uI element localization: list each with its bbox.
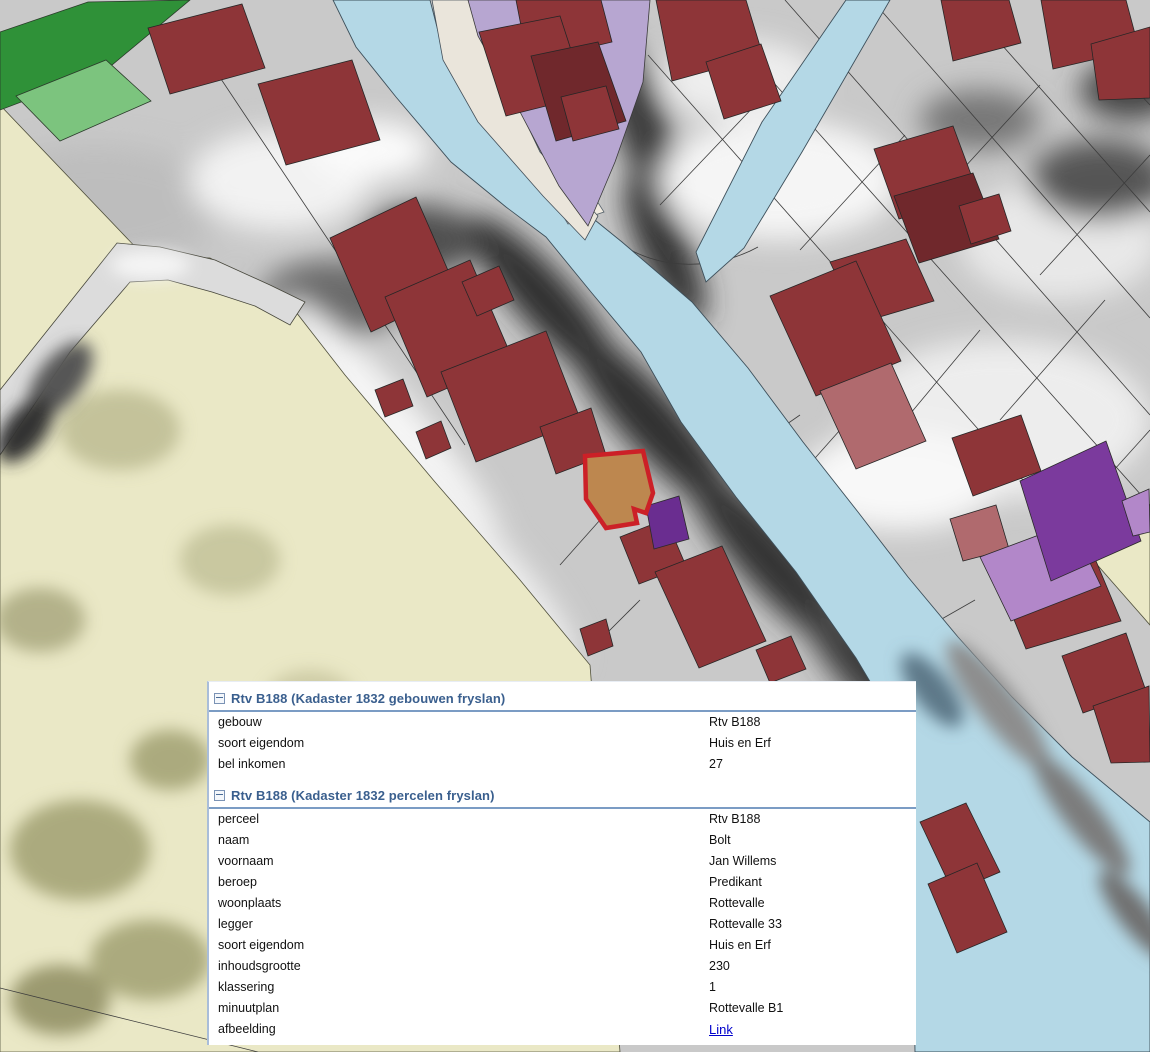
field-value: 1	[709, 977, 716, 998]
field-value: Rtv B188	[709, 712, 760, 733]
field-label: gebouw	[218, 715, 262, 729]
collapse-icon[interactable]	[214, 693, 225, 704]
field-value: 230	[709, 956, 730, 977]
field-label: soort eigendom	[218, 938, 304, 952]
field-label: woonplaats	[218, 896, 281, 910]
field-value: Rottevalle	[709, 893, 765, 914]
field-value: Rtv B188	[709, 809, 760, 830]
attribute-row: klassering 1	[209, 977, 916, 998]
attribute-section: Rtv B188 (Kadaster 1832 percelen fryslan…	[209, 779, 916, 1040]
field-label: bel inkomen	[218, 757, 285, 771]
field-label: perceel	[218, 812, 259, 826]
info-popup: Rtv B188 (Kadaster 1832 gebouwen fryslan…	[207, 681, 916, 1045]
field-value: Predikant	[709, 872, 762, 893]
field-value: Link	[709, 1019, 733, 1041]
attribute-row: woonplaats Rottevalle	[209, 893, 916, 914]
field-label: beroep	[218, 875, 257, 889]
afbeelding-link[interactable]: Link	[709, 1022, 733, 1037]
field-value: Bolt	[709, 830, 731, 851]
collapse-icon[interactable]	[214, 790, 225, 801]
section-header: Rtv B188 (Kadaster 1832 percelen fryslan…	[209, 779, 916, 805]
field-label: soort eigendom	[218, 736, 304, 750]
field-label: inhoudsgrootte	[218, 959, 301, 973]
field-value: Jan Willems	[709, 851, 776, 872]
attribute-row: soort eigendom Huis en Erf	[209, 733, 916, 754]
field-value: Rottevalle B1	[709, 998, 783, 1019]
field-label: voornaam	[218, 854, 274, 868]
attribute-row: legger Rottevalle 33	[209, 914, 916, 935]
attribute-row: afbeelding Link	[209, 1019, 916, 1040]
field-label: minuutplan	[218, 1001, 279, 1015]
attribute-row: voornaam Jan Willems	[209, 851, 916, 872]
field-value: Rottevalle 33	[709, 914, 782, 935]
attribute-row: soort eigendom Huis en Erf	[209, 935, 916, 956]
attribute-row: inhoudsgrootte 230	[209, 956, 916, 977]
section-header: Rtv B188 (Kadaster 1832 gebouwen fryslan…	[209, 682, 916, 708]
section-title: Rtv B188 (Kadaster 1832 percelen fryslan…	[231, 788, 495, 803]
field-label: klassering	[218, 980, 274, 994]
attribute-row: minuutplan Rottevalle B1	[209, 998, 916, 1019]
field-value: Huis en Erf	[709, 733, 771, 754]
attribute-row: bel inkomen 27	[209, 754, 916, 775]
attribute-row: beroep Predikant	[209, 872, 916, 893]
field-label: legger	[218, 917, 253, 931]
attribute-row: naam Bolt	[209, 830, 916, 851]
attribute-row: gebouw Rtv B188	[209, 712, 916, 733]
field-value: Huis en Erf	[709, 935, 771, 956]
field-label: afbeelding	[218, 1022, 276, 1036]
attribute-row: perceel Rtv B188	[209, 809, 916, 830]
field-label: naam	[218, 833, 249, 847]
section-title: Rtv B188 (Kadaster 1832 gebouwen fryslan…	[231, 691, 505, 706]
field-value: 27	[709, 754, 723, 775]
attribute-section: Rtv B188 (Kadaster 1832 gebouwen fryslan…	[209, 682, 916, 775]
gis-viewer: Rtv B188 (Kadaster 1832 gebouwen fryslan…	[0, 0, 1150, 1052]
